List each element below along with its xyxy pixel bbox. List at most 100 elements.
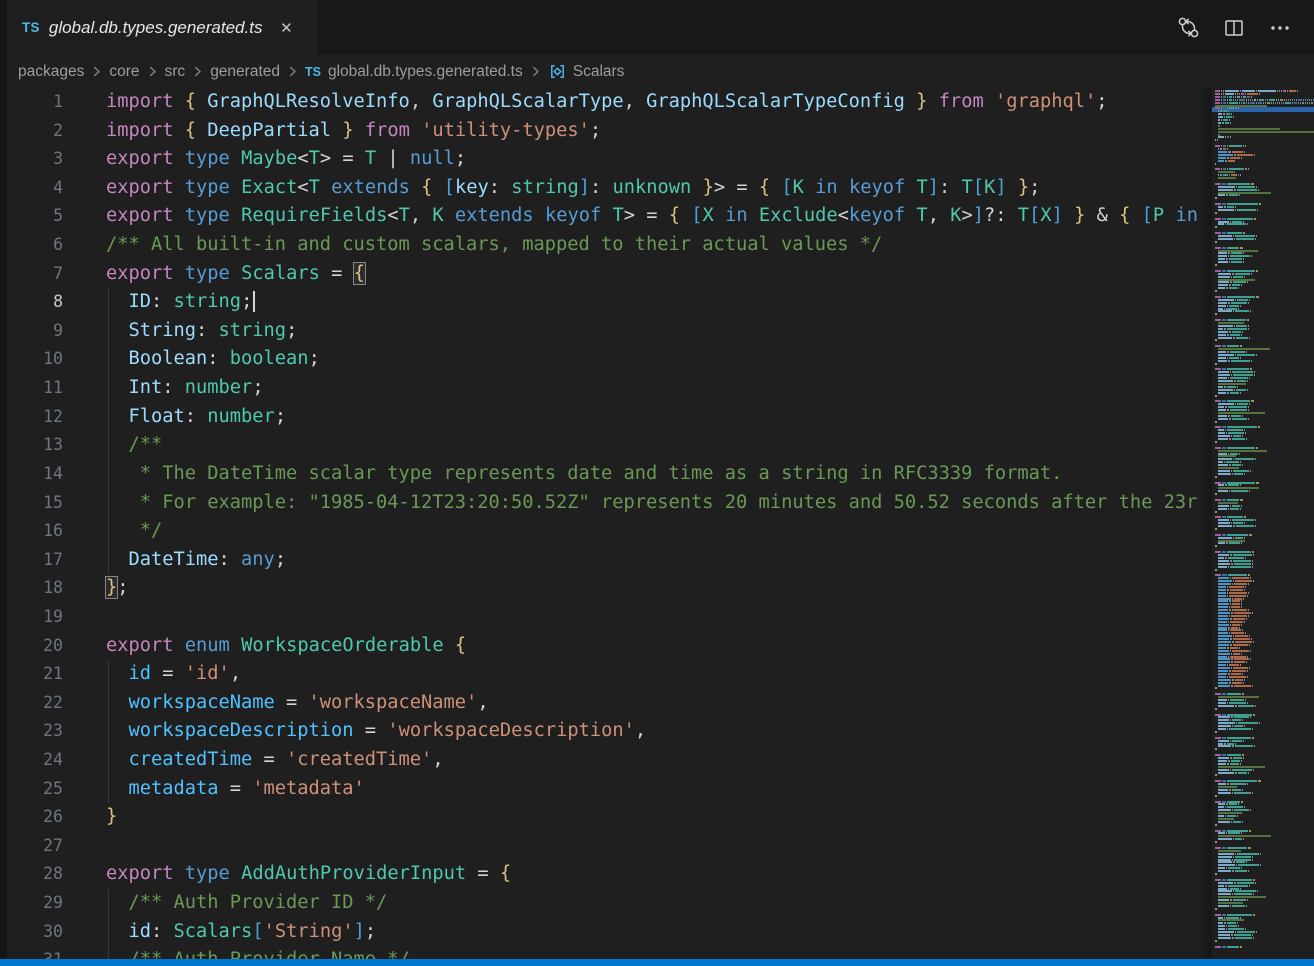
minimap-row xyxy=(1215,345,1314,347)
minimap-row xyxy=(1215,229,1314,231)
breadcrumb-label: core xyxy=(109,63,139,81)
tab-close-icon[interactable]: ✕ xyxy=(274,16,298,40)
minimap-row xyxy=(1215,609,1314,611)
minimap-row xyxy=(1215,163,1314,165)
minimap-row xyxy=(1215,632,1314,634)
code-editor[interactable]: 1234567891011121314151617181920212223242… xyxy=(7,88,1198,959)
tab-global-db-types-generated[interactable]: TS global.db.types.generated.ts ✕ xyxy=(7,0,317,55)
code-line: * The DateTime scalar type represents da… xyxy=(106,460,1198,489)
minimap-row xyxy=(1215,856,1314,858)
minimap-row xyxy=(1215,160,1314,162)
minimap-row xyxy=(1215,438,1314,440)
minimap-row xyxy=(1215,209,1314,211)
minimap-row xyxy=(1215,165,1314,167)
minimap-row xyxy=(1215,838,1314,840)
minimap-row xyxy=(1215,751,1314,753)
breadcrumb-item-src[interactable]: src xyxy=(165,63,186,81)
minimap-row xyxy=(1215,432,1314,434)
minimap-row xyxy=(1215,93,1314,95)
minimap-row xyxy=(1215,467,1314,469)
minimap-row xyxy=(1215,928,1314,930)
minimap-row xyxy=(1215,528,1314,530)
minimap-row xyxy=(1215,339,1314,341)
minimap-row xyxy=(1215,731,1314,733)
minimap-row xyxy=(1215,351,1314,353)
minimap-row xyxy=(1215,574,1314,576)
minimap-row xyxy=(1215,696,1314,698)
code-line: }; xyxy=(106,574,1198,603)
minimap-row xyxy=(1215,780,1314,782)
minimap-row xyxy=(1215,540,1314,542)
breadcrumb-item-global-db-types-generated-ts[interactable]: TSglobal.db.types.generated.ts xyxy=(305,63,523,81)
minimap-row xyxy=(1215,363,1314,365)
minimap-row xyxy=(1215,215,1314,217)
symbol-type-icon xyxy=(548,62,567,81)
minimap-row xyxy=(1215,348,1314,350)
minimap-row xyxy=(1215,305,1314,307)
code-line: export type Scalars = { xyxy=(106,260,1198,289)
minimap-row xyxy=(1215,789,1314,791)
minimap-row xyxy=(1215,560,1314,562)
editor-actions xyxy=(1172,0,1314,55)
more-actions-button[interactable] xyxy=(1264,13,1296,43)
minimap-row xyxy=(1215,888,1314,890)
minimap-row xyxy=(1215,615,1314,617)
minimap-row xyxy=(1215,919,1314,921)
code-line: /** Auth Provider Name */ xyxy=(106,946,1198,959)
code-line: Float: number; xyxy=(106,403,1198,432)
minimap-row xyxy=(1215,328,1314,330)
minimap-row xyxy=(1215,873,1314,875)
minimap-row xyxy=(1215,812,1314,814)
line-number: 25 xyxy=(7,775,63,804)
minimap-row xyxy=(1215,511,1314,513)
split-editor-button[interactable] xyxy=(1218,13,1250,43)
minimap-row xyxy=(1215,777,1314,779)
minimap-row xyxy=(1215,641,1314,643)
minimap-row xyxy=(1215,917,1314,919)
minimap-row xyxy=(1215,151,1314,153)
code-line: Int: number; xyxy=(106,374,1198,403)
breadcrumb-item-packages[interactable]: packages xyxy=(18,63,84,81)
minimap-row xyxy=(1215,383,1314,385)
minimap-row xyxy=(1215,650,1314,652)
minimap[interactable] xyxy=(1212,88,1314,959)
minimap-row xyxy=(1215,551,1314,553)
minimap-row xyxy=(1215,743,1314,745)
status-bar[interactable] xyxy=(0,959,1314,966)
minimap-row xyxy=(1215,757,1314,759)
minimap-row xyxy=(1215,537,1314,539)
breadcrumb-item-core[interactable]: core xyxy=(109,63,139,81)
code-line: export type AddAuthProviderInput = { xyxy=(106,860,1198,889)
minimap-row xyxy=(1215,569,1314,571)
breadcrumb-item-scalars[interactable]: Scalars xyxy=(548,62,625,81)
minimap-row xyxy=(1215,606,1314,608)
minimap-row xyxy=(1215,331,1314,333)
minimap-row xyxy=(1215,728,1314,730)
minimap-row xyxy=(1215,638,1314,640)
minimap-row xyxy=(1215,197,1314,199)
minimap-row xyxy=(1215,870,1314,872)
minimap-row xyxy=(1215,395,1314,397)
breadcrumb-label: global.db.types.generated.ts xyxy=(328,63,523,81)
breadcrumb-item-generated[interactable]: generated xyxy=(210,63,280,81)
minimap-row xyxy=(1215,192,1314,194)
minimap-row xyxy=(1215,174,1314,176)
minimap-row xyxy=(1215,841,1314,843)
minimap-row xyxy=(1215,740,1314,742)
minimap-row xyxy=(1215,270,1314,272)
minimap-row xyxy=(1215,598,1314,600)
minimap-row xyxy=(1215,859,1314,861)
minimap-row xyxy=(1215,232,1314,234)
chevron-right-icon xyxy=(90,65,103,78)
minimap-row xyxy=(1215,661,1314,663)
minimap-row xyxy=(1215,600,1314,602)
minimap-row xyxy=(1215,766,1314,768)
minimap-row xyxy=(1215,499,1314,501)
open-changes-button[interactable] xyxy=(1172,13,1204,43)
minimap-row xyxy=(1215,670,1314,672)
minimap-row xyxy=(1215,580,1314,582)
breadcrumb-label: Scalars xyxy=(573,63,625,81)
line-number: 31 xyxy=(7,946,63,959)
minimap-row xyxy=(1215,461,1314,463)
minimap-row xyxy=(1215,235,1314,237)
